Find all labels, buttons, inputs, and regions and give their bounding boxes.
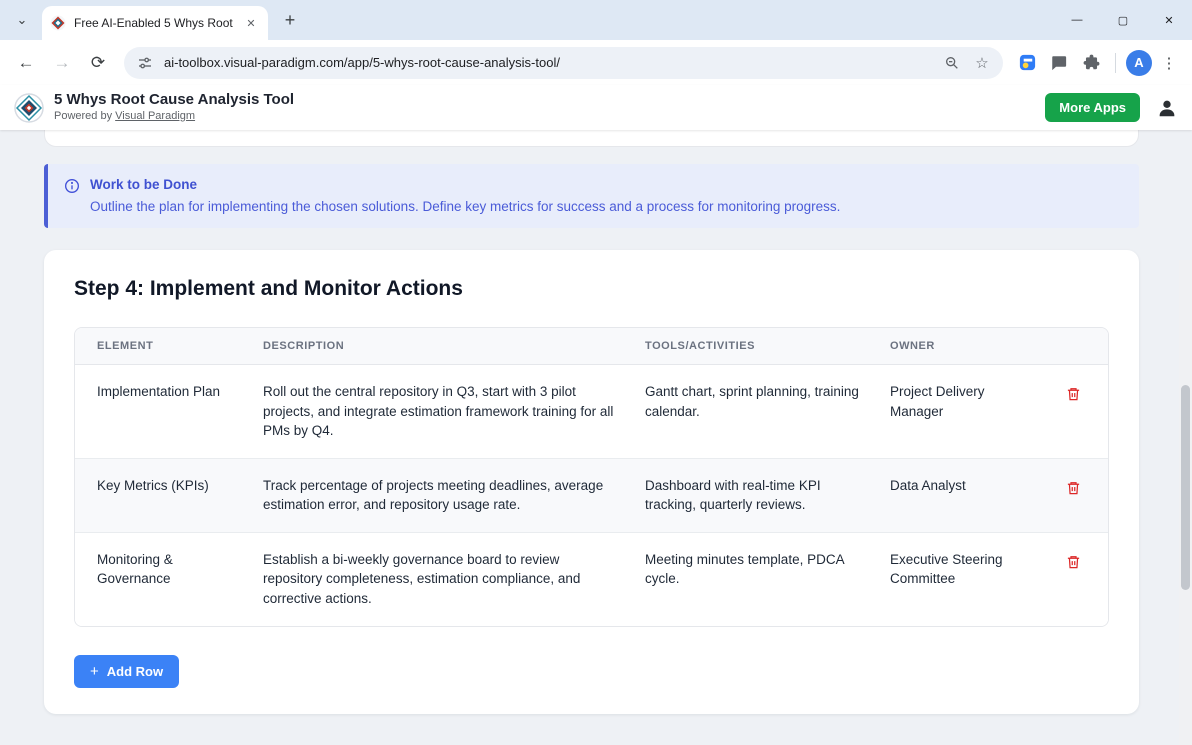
visual-paradigm-logo xyxy=(14,93,44,123)
maximize-button[interactable]: ▢ xyxy=(1100,0,1146,40)
window-close-button[interactable]: ✕ xyxy=(1146,0,1192,40)
row-description-cell: Establish a bi-weekly governance board t… xyxy=(251,533,633,626)
column-header-owner: OWNER xyxy=(878,328,1038,364)
site-settings-icon[interactable] xyxy=(134,52,156,74)
delete-row-button[interactable] xyxy=(1063,383,1084,408)
profile-avatar[interactable]: A xyxy=(1126,50,1152,76)
banner-description: Outline the plan for implementing the ch… xyxy=(90,199,840,214)
add-row-button[interactable]: + Add Row xyxy=(74,655,179,688)
browser-tab[interactable]: Free AI-Enabled 5 Whys Root C ✕ xyxy=(42,6,268,40)
banner-title: Work to be Done xyxy=(90,177,840,192)
row-tools-cell: Dashboard with real-time KPI tracking, q… xyxy=(633,459,878,532)
chat-icon[interactable] xyxy=(1045,49,1073,77)
url-text[interactable]: ai-toolbox.visual-paradigm.com/app/5-why… xyxy=(164,55,933,70)
forward-button[interactable]: → xyxy=(46,47,78,79)
powered-by: Powered by Visual Paradigm xyxy=(54,110,294,124)
table-row: Key Metrics (KPIs) Track percentage of p… xyxy=(75,458,1108,532)
column-header-description: DESCRIPTION xyxy=(251,328,633,364)
row-element-cell: Monitoring & Governance xyxy=(75,533,251,626)
actions-table: ELEMENT DESCRIPTION TOOLS/ACTIVITIES OWN… xyxy=(74,327,1109,627)
step4-card: Step 4: Implement and Monitor Actions EL… xyxy=(44,250,1139,714)
step4-title: Step 4: Implement and Monitor Actions xyxy=(74,277,1109,301)
window-controls: — ▢ ✕ xyxy=(1054,0,1192,40)
page-scrollbar xyxy=(1179,260,1192,745)
row-owner-cell: Project Delivery Manager xyxy=(878,365,1038,458)
plus-icon: + xyxy=(90,664,99,679)
browser-menu-icon[interactable]: ⋮ xyxy=(1156,49,1182,77)
extensions-puzzle-icon[interactable] xyxy=(1077,49,1105,77)
reload-button[interactable]: ⟳ xyxy=(82,47,114,79)
browser-tab-strip: ⌄ Free AI-Enabled 5 Whys Root C ✕ + — ▢ … xyxy=(0,0,1192,40)
toolbar-divider xyxy=(1115,53,1116,73)
delete-row-button[interactable] xyxy=(1063,551,1084,576)
tab-close-button[interactable]: ✕ xyxy=(242,14,260,32)
tab-title: Free AI-Enabled 5 Whys Root C xyxy=(74,16,234,30)
table-header-row: ELEMENT DESCRIPTION TOOLS/ACTIVITIES OWN… xyxy=(75,328,1108,365)
back-button[interactable]: ← xyxy=(10,47,42,79)
page-content: Work to be Done Outline the plan for imp… xyxy=(0,130,1192,745)
info-icon xyxy=(64,178,80,214)
bookmark-star-icon[interactable]: ☆ xyxy=(971,52,993,74)
work-to-be-done-banner: Work to be Done Outline the plan for imp… xyxy=(44,164,1139,228)
page-title: 5 Whys Root Cause Analysis Tool xyxy=(54,91,294,110)
powered-by-text: Powered by xyxy=(54,110,112,122)
more-apps-button[interactable]: More Apps xyxy=(1045,93,1140,122)
row-tools-cell: Meeting minutes template, PDCA cycle. xyxy=(633,533,878,626)
add-row-label: Add Row xyxy=(107,664,163,679)
table-row: Implementation Plan Roll out the central… xyxy=(75,365,1108,458)
row-owner-cell: Data Analyst xyxy=(878,459,1038,532)
scrollbar-thumb[interactable] xyxy=(1181,385,1190,590)
browser-toolbar: ← → ⟳ ai-toolbox.visual-paradigm.com/app… xyxy=(0,40,1192,85)
row-description-cell: Roll out the central repository in Q3, s… xyxy=(251,365,633,458)
url-bar[interactable]: ai-toolbox.visual-paradigm.com/app/5-why… xyxy=(124,47,1003,79)
table-body: Implementation Plan Roll out the central… xyxy=(75,365,1108,626)
visual-paradigm-link[interactable]: Visual Paradigm xyxy=(115,110,195,122)
column-header-element: ELEMENT xyxy=(75,328,251,364)
column-header-tools: TOOLS/ACTIVITIES xyxy=(633,328,878,364)
row-owner-cell: Executive Steering Committee xyxy=(878,533,1038,626)
site-favicon-icon xyxy=(50,15,66,31)
row-element-cell: Implementation Plan xyxy=(75,365,251,458)
user-account-icon[interactable] xyxy=(1156,97,1178,119)
column-header-actions xyxy=(1038,328,1108,364)
app-title-block: 5 Whys Root Cause Analysis Tool Powered … xyxy=(54,91,294,124)
new-tab-button[interactable]: + xyxy=(276,6,304,34)
row-description-cell: Track percentage of projects meeting dea… xyxy=(251,459,633,532)
previous-card-bottom xyxy=(44,130,1139,147)
row-element-cell: Key Metrics (KPIs) xyxy=(75,459,251,532)
tab-search-button[interactable]: ⌄ xyxy=(8,6,36,34)
row-tools-cell: Gantt chart, sprint planning, training c… xyxy=(633,365,878,458)
minimize-button[interactable]: — xyxy=(1054,0,1100,40)
app-header: 5 Whys Root Cause Analysis Tool Powered … xyxy=(0,85,1192,130)
extension-shortcut-icon[interactable] xyxy=(1013,49,1041,77)
zoom-icon[interactable] xyxy=(941,52,963,74)
table-row: Monitoring & Governance Establish a bi-w… xyxy=(75,532,1108,626)
delete-row-button[interactable] xyxy=(1063,477,1084,502)
